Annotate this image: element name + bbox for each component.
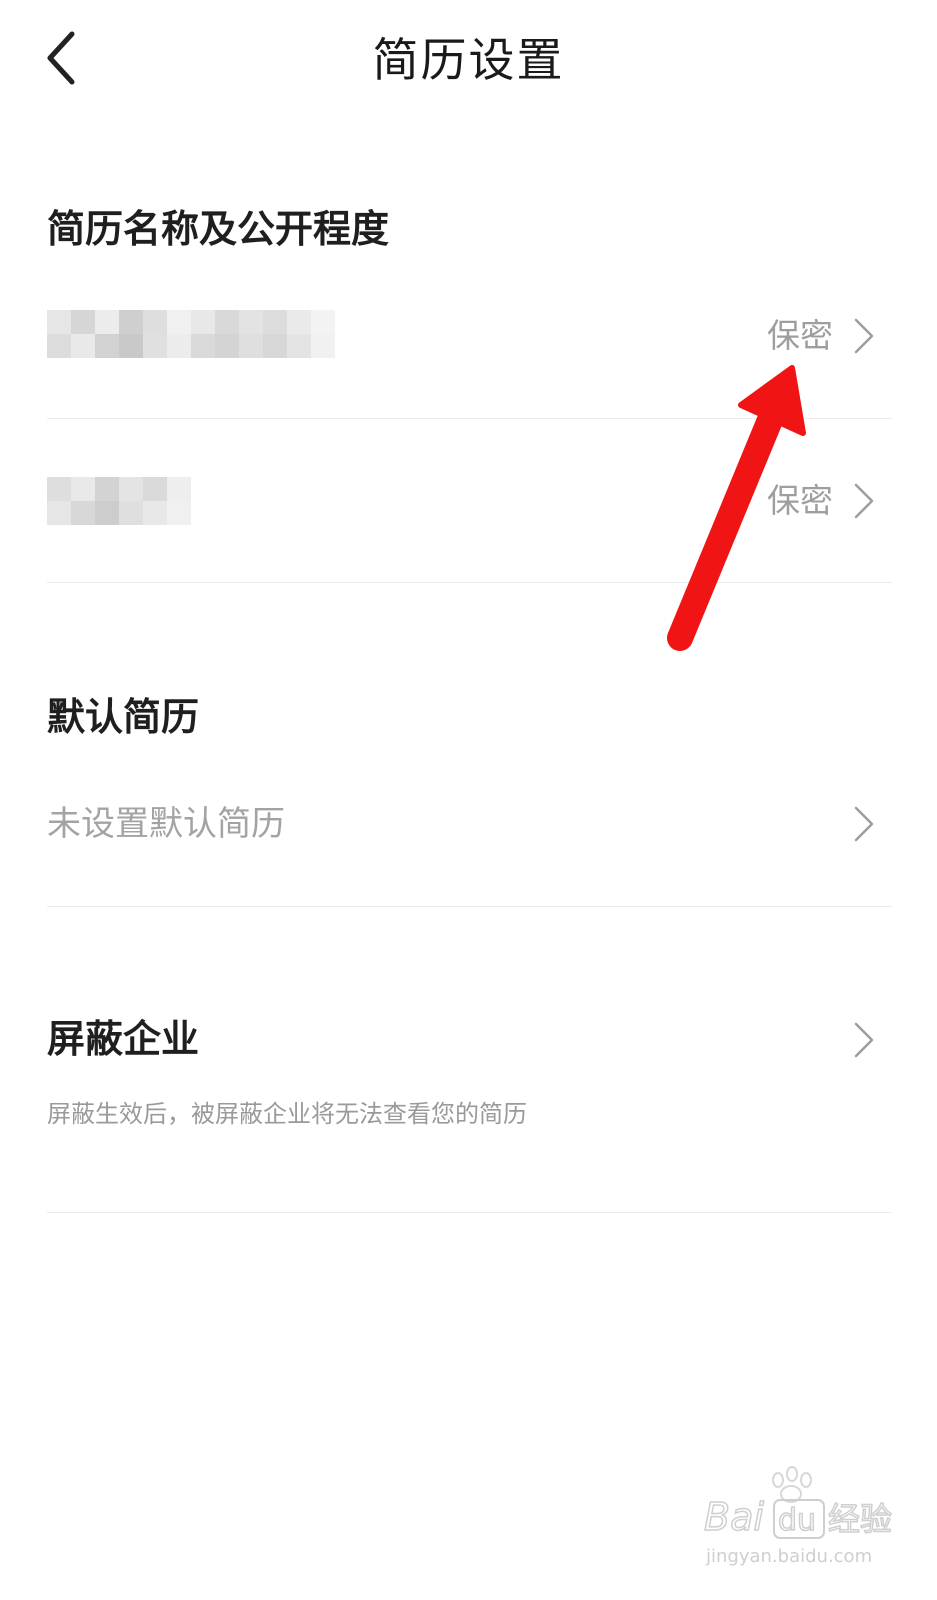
svg-text:du: du xyxy=(778,1503,816,1538)
baidu-jingyan-watermark: Bai du 经验 jingyan.baidu.com xyxy=(703,1466,893,1567)
svg-text:经验: 经验 xyxy=(828,1500,892,1538)
annotation-arrow xyxy=(667,365,806,651)
svg-text:Bai: Bai xyxy=(704,1495,764,1539)
svg-text:jingyan.baidu.com: jingyan.baidu.com xyxy=(705,1546,872,1567)
